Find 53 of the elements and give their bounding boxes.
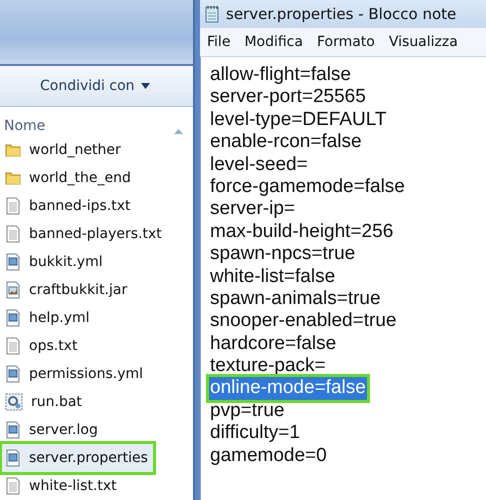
- explorer-row[interactable]: server.log: [0, 416, 193, 444]
- text-line: hardcore=false: [209, 332, 338, 356]
- document-icon: [5, 197, 21, 215]
- explorer-row[interactable]: ops.txt: [0, 332, 193, 360]
- text-line: snooper-enabled=true: [209, 310, 398, 333]
- text-line: pvp=true: [209, 400, 286, 422]
- explorer-row[interactable]: help.yml: [0, 304, 193, 332]
- text-line: enable-rcon=false: [209, 131, 363, 154]
- text-line: max-build-height=256: [209, 220, 394, 244]
- settings-file-icon: [5, 309, 21, 327]
- explorer-row[interactable]: banned-ips.txt: [0, 192, 193, 220]
- text-line: gamemode=0: [209, 444, 328, 468]
- text-line: spawn-animals=true: [209, 288, 382, 310]
- settings-file-icon: [5, 449, 21, 467]
- folder-icon: [5, 170, 21, 186]
- folder-icon: [5, 142, 21, 158]
- text-line: difficulty=1: [209, 422, 301, 445]
- notepad-icon: [204, 5, 220, 23]
- text-line: server-ip=: [209, 198, 296, 221]
- menu-item[interactable]: Formato: [312, 32, 380, 52]
- text-line: server-port=25565: [209, 86, 367, 109]
- text-line: level-type=DEFAULT: [209, 108, 388, 132]
- column-header[interactable]: Nome: [4, 118, 46, 134]
- text-line: spawn-npcs=true: [209, 243, 356, 266]
- text-line: white-list=false: [209, 266, 336, 288]
- image-file-icon: [5, 281, 21, 299]
- explorer-row[interactable]: world_the_end: [0, 164, 193, 192]
- text-line: level-seed=: [209, 154, 309, 176]
- menu-item[interactable]: Visualizza: [384, 32, 463, 52]
- explorer-row[interactable]: permissions.yml: [0, 360, 193, 388]
- explorer-row[interactable]: world_nether: [0, 136, 193, 164]
- window-title: server.properties - Blocco note: [226, 5, 456, 23]
- explorer-row[interactable]: server.properties: [2, 444, 153, 472]
- settings-file-icon: [5, 365, 21, 383]
- menu-item[interactable]: Modifica: [239, 32, 308, 52]
- gear-icon: [5, 393, 23, 411]
- explorer-row[interactable]: bukkit.yml: [0, 248, 193, 276]
- text-line: force-gamemode=false: [209, 176, 406, 198]
- explorer-row[interactable]: white-list.txt: [0, 472, 193, 500]
- text-line: texture-pack=: [209, 355, 327, 378]
- document-icon: [5, 337, 21, 355]
- document-icon: [5, 477, 21, 495]
- caret-icon: [140, 82, 150, 89]
- text-editor[interactable]: [200, 57, 486, 500]
- menu-item[interactable]: File: [202, 32, 236, 52]
- text-line: allow-flight=false: [209, 64, 352, 86]
- document-icon: [5, 225, 21, 243]
- explorer-row[interactable]: banned-players.txt: [0, 220, 193, 248]
- explorer-row[interactable]: run.bat: [0, 388, 193, 416]
- sort-arrow-icon: [174, 129, 183, 134]
- settings-file-icon: [5, 253, 21, 271]
- explorer-row[interactable]: craftbukkit.jar: [0, 276, 193, 304]
- settings-file-icon: [5, 421, 21, 439]
